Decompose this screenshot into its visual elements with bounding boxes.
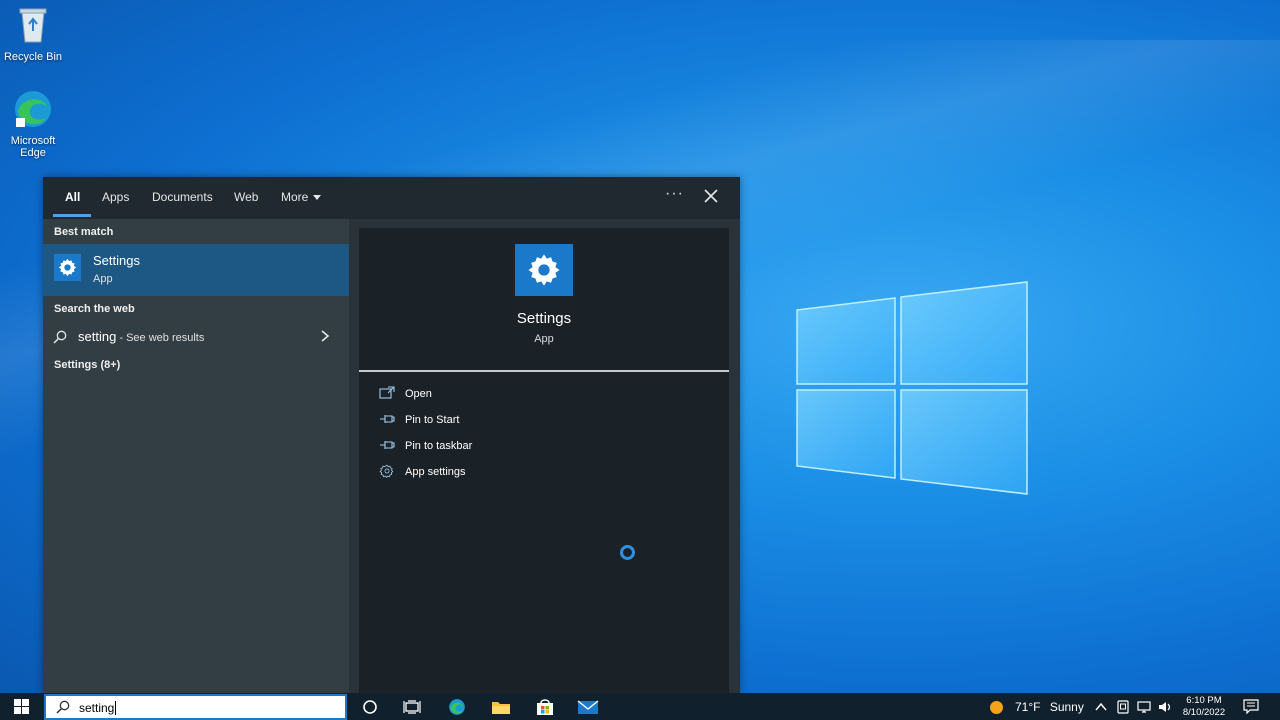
search-panel: All Apps Documents Web More ··· Best mat… <box>43 177 740 693</box>
preview-title: Settings <box>516 310 572 327</box>
clock-date: 8/10/2022 <box>1182 707 1226 718</box>
windows-start-icon <box>14 699 29 714</box>
taskbar-edge-button[interactable] <box>446 697 468 717</box>
taskbar-store-button[interactable] <box>534 697 556 717</box>
settings-app-large-icon <box>515 244 573 296</box>
recycle-bin-icon <box>19 8 47 43</box>
action-label: Open <box>405 388 432 400</box>
cortana-button[interactable] <box>359 697 381 717</box>
open-icon <box>379 386 395 399</box>
web-results-suffix: - See web results <box>116 332 205 344</box>
best-match-result[interactable]: Settings App <box>43 244 349 296</box>
taskbar: setting 71°F Sunny 6:10 PM 8/10/2022 <box>0 693 1280 720</box>
gear-icon <box>528 254 560 286</box>
desktop-icon-microsoft-edge[interactable]: Microsoft Edge <box>0 88 68 159</box>
web-query: setting <box>78 329 117 344</box>
best-match-title: Settings <box>93 253 140 268</box>
best-match-heading: Best match <box>54 226 114 238</box>
action-pin-to-taskbar[interactable]: Pin to taskbar <box>379 436 579 458</box>
result-preview-pane: Settings App Open Pin to Start Pin to ta… <box>359 228 729 693</box>
search-icon <box>53 330 67 344</box>
edge-icon <box>15 91 51 127</box>
search-tabs-bar: All Apps Documents Web More ··· <box>43 177 740 219</box>
device-icon[interactable] <box>1116 700 1130 714</box>
web-search-result[interactable]: setting - See web results <box>43 324 349 350</box>
preview-divider <box>359 370 729 372</box>
cortana-circle-icon <box>363 700 377 714</box>
desktop-icon-recycle-bin[interactable]: Recycle Bin <box>0 4 68 63</box>
action-label: Pin to taskbar <box>405 440 473 452</box>
taskbar-mail-button[interactable] <box>577 697 599 717</box>
network-icon[interactable] <box>1137 700 1151 714</box>
pin-icon <box>380 415 395 423</box>
desktop-icon-label: Recycle Bin <box>3 51 63 63</box>
taskbar-search-input[interactable]: setting <box>44 694 347 720</box>
action-app-settings[interactable]: App settings <box>379 462 579 484</box>
close-icon[interactable] <box>703 188 719 204</box>
task-view-icon <box>403 700 421 714</box>
search-web-heading: Search the web <box>54 303 135 315</box>
web-result-text: setting - See web results <box>78 329 204 344</box>
tab-web[interactable]: Web <box>234 190 258 204</box>
weather-widget[interactable]: 71°F Sunny <box>1015 700 1084 714</box>
taskbar-file-explorer-button[interactable] <box>490 697 512 717</box>
edge-icon <box>449 699 465 715</box>
search-icon <box>56 700 70 714</box>
pin-icon <box>380 441 395 449</box>
active-tab-indicator <box>53 214 91 217</box>
tab-more-label: More <box>281 190 309 204</box>
settings-count-heading[interactable]: Settings (8+) <box>54 359 120 371</box>
more-options-button[interactable]: ··· <box>665 185 684 203</box>
action-label: App settings <box>405 466 466 478</box>
action-open[interactable]: Open <box>379 384 579 406</box>
settings-app-icon <box>54 254 81 281</box>
store-icon <box>537 699 553 715</box>
chevron-down-icon <box>313 195 322 201</box>
volume-icon[interactable] <box>1158 700 1172 714</box>
weather-condition: Sunny <box>1049 700 1084 714</box>
gear-icon <box>379 464 394 478</box>
weather-temp: 71°F <box>1015 700 1041 714</box>
start-button[interactable] <box>0 693 43 720</box>
search-query-text: setting <box>79 701 117 715</box>
mail-icon <box>577 700 599 714</box>
tab-documents[interactable]: Documents <box>152 190 213 204</box>
preview-subtitle: App <box>534 333 554 345</box>
tab-all[interactable]: All <box>65 190 80 204</box>
results-list: Best match Settings App Search the web s… <box>43 219 349 693</box>
action-label: Pin to Start <box>405 414 460 426</box>
chevron-right-icon[interactable] <box>320 330 330 342</box>
clock[interactable]: 6:10 PM 8/10/2022 <box>1178 695 1230 719</box>
action-pin-to-start[interactable]: Pin to Start <box>379 410 579 432</box>
chevron-up-icon[interactable] <box>1095 702 1107 711</box>
notification-center-icon[interactable] <box>1243 699 1260 714</box>
windows-logo-wallpaper <box>796 281 1028 495</box>
tab-more[interactable]: More <box>281 190 322 204</box>
folder-icon <box>492 702 510 714</box>
preview-header: Settings App <box>359 228 729 370</box>
sun-weather-icon <box>990 701 1003 714</box>
clock-time: 6:10 PM <box>1186 695 1222 706</box>
task-view-button[interactable] <box>401 697 423 717</box>
gear-icon <box>58 258 77 277</box>
tab-apps[interactable]: Apps <box>102 190 129 204</box>
best-match-subtitle: App <box>93 273 113 285</box>
desktop-icon-label: Microsoft Edge <box>10 135 56 159</box>
loading-spinner-icon <box>620 545 635 560</box>
